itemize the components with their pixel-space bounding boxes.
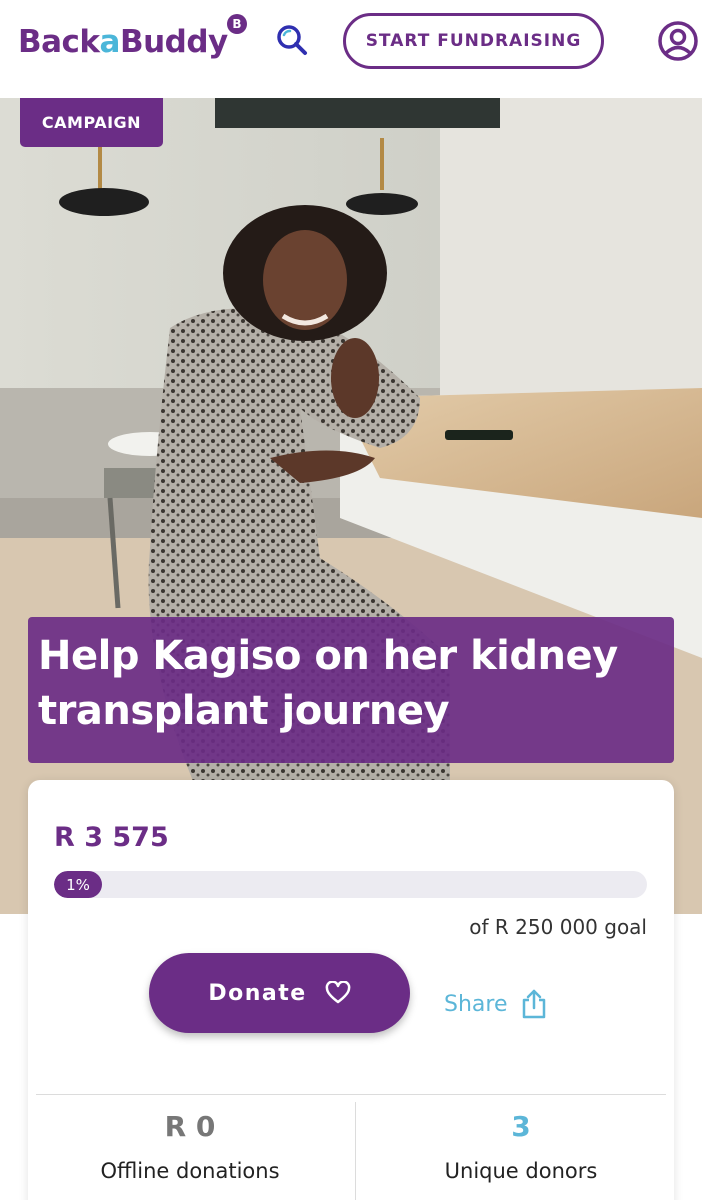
- goal-text: of R 250 000 goal: [469, 915, 647, 939]
- donate-label: Donate: [208, 980, 307, 1006]
- progress-bar: 1%: [54, 871, 647, 898]
- offline-donations-value: R 0: [164, 1110, 216, 1143]
- logo-text-a: a: [99, 24, 121, 60]
- logo-badge: B: [227, 14, 247, 34]
- share-button[interactable]: Share: [444, 988, 548, 1020]
- top-nav-bar: BackaBuddy B START FUNDRAISING: [0, 0, 702, 98]
- unique-donors-value: 3: [511, 1110, 531, 1143]
- share-icon: [522, 989, 545, 1019]
- logo-text-back: Back: [18, 24, 100, 60]
- heart-icon: [325, 981, 351, 1004]
- offline-donations-label: Offline donations: [100, 1159, 280, 1183]
- search-icon: [277, 25, 307, 55]
- donate-button[interactable]: Donate: [149, 953, 410, 1033]
- profile-button[interactable]: [657, 20, 699, 62]
- unique-donors-stat: 3 Unique donors: [371, 1110, 671, 1183]
- offline-donations-stat: R 0 Offline donations: [40, 1110, 340, 1183]
- campaign-title-banner: Help Kagiso on her kidney transplant jou…: [28, 617, 674, 763]
- stats-divider: [36, 1094, 666, 1095]
- campaign-tag: CAMPAIGN: [20, 98, 163, 147]
- start-fundraising-button[interactable]: START FUNDRAISING: [343, 13, 604, 69]
- share-label: Share: [444, 991, 508, 1017]
- donation-summary-card: R 3 575 1% of R 250 000 goal Donate Shar…: [28, 780, 674, 1200]
- progress-percent: 1%: [66, 875, 90, 894]
- progress-fill: 1%: [54, 871, 102, 898]
- backabuddy-logo[interactable]: BackaBuddy: [18, 24, 228, 60]
- logo-text-buddy: Buddy: [119, 24, 228, 60]
- stats-vertical-divider: [355, 1102, 356, 1200]
- unique-donors-label: Unique donors: [444, 1159, 598, 1183]
- campaign-title: Help Kagiso on her kidney transplant jou…: [38, 633, 618, 734]
- amount-raised: R 3 575: [54, 822, 169, 853]
- search-button[interactable]: [274, 22, 310, 58]
- user-circle-icon: [658, 21, 698, 61]
